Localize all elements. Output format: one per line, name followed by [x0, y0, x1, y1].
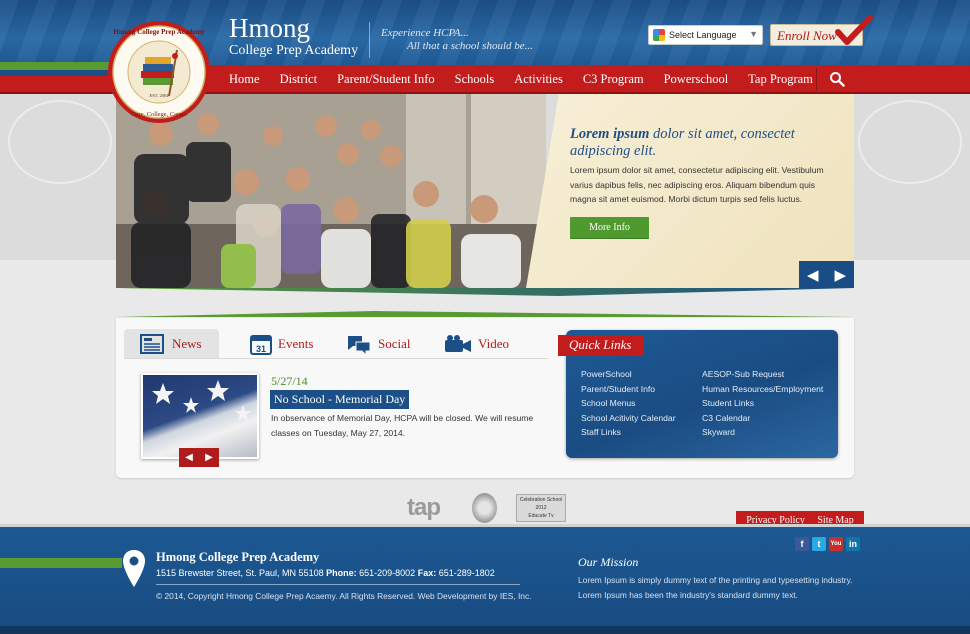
- header-divider: [369, 22, 370, 58]
- quick-link-activity-calendar[interactable]: School Acitivity Calendar: [581, 411, 676, 426]
- celebration-school-badge[interactable]: Celebration School 2012 Educate Tv: [516, 494, 566, 522]
- tap-logo[interactable]: tap: [407, 494, 441, 522]
- chat-bubbles-icon: [346, 333, 372, 355]
- footer-divider: [156, 584, 520, 585]
- slider-next-icon[interactable]: ▶: [827, 261, 855, 288]
- video-camera-icon: [444, 334, 472, 354]
- seal-est-text: EST. 2004: [150, 93, 170, 98]
- location-pin-icon: [123, 550, 145, 587]
- nav-item-powerschool[interactable]: Powerschool: [664, 72, 729, 87]
- nav-item-schools[interactable]: Schools: [455, 72, 495, 87]
- quick-link-c3-calendar[interactable]: C3 Calendar: [702, 411, 823, 426]
- hero-heading: Lorem ipsum dolor sit amet, consectet ad…: [570, 126, 830, 160]
- nav-item-home[interactable]: Home: [229, 72, 260, 87]
- nav-item-c3-program[interactable]: C3 Program: [583, 72, 644, 87]
- twitter-icon[interactable]: t: [812, 537, 826, 551]
- linkedin-icon[interactable]: in: [846, 537, 860, 551]
- footer-green-stripe: [0, 558, 122, 568]
- nav-item-tap-program[interactable]: Tap Program: [748, 72, 813, 87]
- news-body: In observance of Memorial Day, HCPA will…: [271, 413, 534, 438]
- footer-fax-label: Fax:: [417, 568, 437, 578]
- nav-item-district[interactable]: District: [280, 72, 318, 87]
- quick-links-right: AESOP-Sub Request Human Resources/Employ…: [702, 367, 823, 440]
- mission-title: Our Mission: [578, 555, 639, 569]
- tab-social-label: Social: [378, 336, 411, 351]
- school-seal-logo[interactable]: Hmong College Prep Academy Core, College…: [107, 20, 211, 124]
- social-links: f t You in: [795, 537, 860, 551]
- quick-links-left: PowerSchool Parent/Student Info School M…: [581, 367, 676, 440]
- checkmark-icon: [835, 15, 873, 45]
- celebration-school-text: Celebration School 2012: [519, 497, 563, 511]
- dropdown-arrow-icon: ▼: [749, 29, 758, 39]
- footer-fax: 651-289-1802: [438, 568, 495, 578]
- more-info-button[interactable]: More Info: [570, 217, 649, 238]
- tab-video[interactable]: Video: [444, 332, 509, 356]
- language-select[interactable]: Select Language ▼: [648, 25, 763, 45]
- news-image[interactable]: [141, 373, 259, 459]
- tagline-line-1: Experience HCPA...: [381, 27, 469, 39]
- calendar-icon: 31: [250, 333, 272, 355]
- slider-controls: ◀ ▶: [799, 261, 854, 288]
- slider-prev-icon[interactable]: ◀: [799, 261, 827, 288]
- green-divider: [116, 311, 854, 317]
- news-title[interactable]: No School - Memorial Day: [270, 390, 410, 409]
- footer-bottom-bar: [0, 626, 970, 634]
- facebook-icon[interactable]: f: [795, 537, 809, 551]
- footer-phone[interactable]: 651-209-8002: [359, 568, 415, 578]
- google-icon: [653, 29, 665, 41]
- tagline-line-2: All that a school should be...: [407, 40, 533, 52]
- nav-separator: [816, 68, 817, 91]
- quick-link-school-menus[interactable]: School Menus: [581, 396, 676, 411]
- tab-news-label: News: [172, 336, 202, 351]
- tab-social[interactable]: Social: [346, 332, 411, 356]
- site-subtitle[interactable]: College Prep Academy: [229, 43, 358, 59]
- quick-link-staff-links[interactable]: Staff Links: [581, 425, 676, 440]
- quick-link-human-resources[interactable]: Human Resources/Employment: [702, 382, 823, 397]
- newspaper-icon: [140, 333, 166, 355]
- quick-link-skyward[interactable]: Skyward: [702, 425, 823, 440]
- calendar-day-text: 31: [256, 344, 266, 354]
- nav-item-parent-student-info[interactable]: Parent/Student Info: [337, 72, 435, 87]
- flag-illustration: [152, 380, 251, 421]
- main-nav: Home District Parent/Student Info School…: [219, 65, 823, 94]
- tab-news[interactable]: News: [140, 332, 202, 356]
- site-title[interactable]: Hmong: [229, 15, 310, 42]
- quick-link-powerschool[interactable]: PowerSchool: [581, 367, 676, 382]
- news-nav: ◀ ▶: [179, 448, 219, 467]
- quick-link-aesop[interactable]: AESOP-Sub Request: [702, 367, 823, 382]
- mission-body: Lorem Ipsum is simply dummy text of the …: [578, 575, 853, 600]
- quick-link-parent-student-info[interactable]: Parent/Student Info: [581, 382, 676, 397]
- tab-events[interactable]: 31 Events: [250, 332, 313, 356]
- search-icon[interactable]: [829, 71, 845, 87]
- footer-street: 1515 Brewster Street, St. Paul, MN 55108: [156, 568, 324, 578]
- educate-text: Educate Tv: [528, 513, 554, 519]
- news-prev-icon[interactable]: ◀: [179, 448, 199, 467]
- seal-name-text: Hmong College Prep Academy: [113, 28, 205, 36]
- tab-events-label: Events: [278, 336, 314, 351]
- footer-address: 1515 Brewster Street, St. Paul, MN 55108…: [156, 568, 495, 578]
- footer-copyright: © 2014, Copyright Hmong College Prep Aca…: [156, 591, 532, 601]
- nav-item-activities[interactable]: Activities: [514, 72, 563, 87]
- news-next-icon[interactable]: ▶: [199, 448, 219, 467]
- quick-links-title: Quick Links: [558, 335, 644, 356]
- hero-heading-strong: Lorem ipsum: [570, 126, 650, 142]
- tab-video-label: Video: [478, 336, 509, 351]
- youtube-icon[interactable]: You: [829, 537, 843, 551]
- hero-base-accent: [116, 288, 854, 296]
- award-badge-icon[interactable]: [472, 493, 497, 523]
- quick-link-student-links[interactable]: Student Links: [702, 396, 823, 411]
- language-select-label: Select Language: [669, 30, 737, 40]
- tab-underline: [124, 358, 548, 359]
- footer-school-name: Hmong College Prep Academy: [156, 550, 320, 564]
- footer-phone-label: Phone:: [326, 568, 357, 578]
- hero-body-text: Lorem ipsum dolor sit amet, consectetur …: [570, 165, 824, 204]
- seal-motto-text: Core, College, Career: [131, 111, 188, 118]
- news-date: 5/27/14: [271, 374, 308, 388]
